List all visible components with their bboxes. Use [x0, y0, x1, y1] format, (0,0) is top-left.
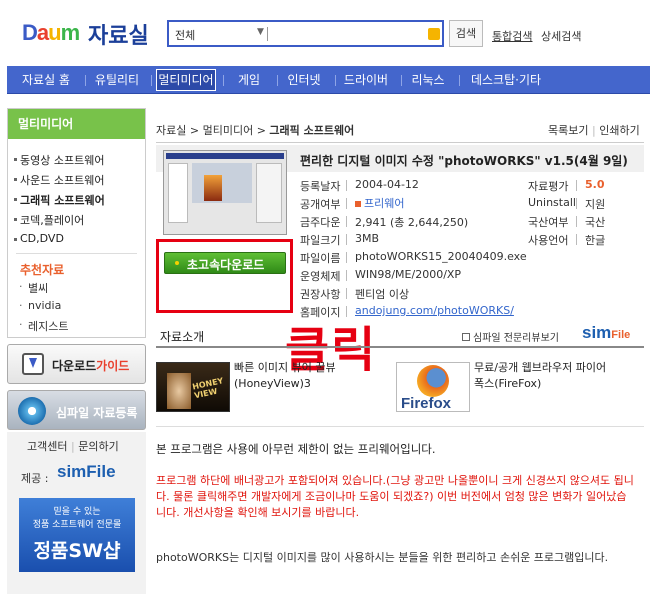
simfile-review-link[interactable]: 심파일 전문리뷰보기 [462, 329, 559, 344]
field-value: 2004-04-12 [355, 178, 419, 191]
download-guide-label-accent: 가이드 [96, 359, 130, 373]
intro-paragraph-notice: 프로그램 하단에 배너광고가 포함되어져 있습니다.(그냥 광고만 나올뿐이니 … [156, 474, 634, 519]
download-guide-label: 다운로드 [52, 359, 97, 373]
integrated-search-link[interactable]: 통합검색 [492, 28, 532, 44]
side-field-label: 자료평가 [528, 180, 569, 193]
support-box: 고객센터 | 문의하기 제공 : simFile 믿을 수 있는 정품 소프트웨… [7, 432, 146, 594]
customer-center-link[interactable]: 고객센터 [27, 440, 67, 453]
recommend-item[interactable]: 레지스트 [19, 318, 69, 334]
simfile-logo: simFile [582, 323, 631, 342]
program-title: 편리한 디지털 이미지 수정 "photoWORKS" v1.5(4월 9일) [300, 154, 628, 168]
field-label: 공개여부 [300, 198, 341, 211]
keyboard-icon[interactable] [428, 28, 440, 40]
search-input[interactable]: 전체 ▼ [167, 20, 444, 47]
list-view-link[interactable]: 목록보기 [548, 124, 588, 137]
side-field-label: Uninstall [528, 196, 576, 209]
nav-utility[interactable]: 유틸리티 [89, 66, 145, 94]
program-screenshot[interactable] [163, 150, 287, 235]
sidebar-item-sound[interactable]: 사운드 소프트웨어 [13, 172, 104, 188]
sidebar-item-graphic[interactable]: 그래픽 소프트웨어 [14, 192, 105, 208]
download-guide-banner[interactable]: 다운로드가이드 [7, 344, 146, 384]
field-label: 홈페이지 [300, 306, 341, 319]
contact-link[interactable]: 문의하기 [78, 440, 118, 453]
intro-paragraph: photoWORKS는 디지털 이미지를 많이 사용하시는 분들을 위한 편리하… [156, 551, 609, 564]
divider [267, 27, 268, 41]
side-field-value: 지원 [585, 198, 606, 211]
rating-value: 5.0 [585, 178, 605, 191]
page-title: 자료실 [88, 24, 149, 49]
nav-driver[interactable]: 드라이버 [338, 66, 394, 94]
field-value: 3MB [355, 232, 380, 245]
sidebar-heading: 멀티미디어 [8, 109, 145, 139]
field-label: 파일크기 [300, 234, 341, 247]
cd-icon [18, 397, 46, 425]
sidebar-item-video[interactable]: 동영상 소프트웨어 [13, 152, 104, 168]
search-scope-select[interactable]: 전체 [175, 27, 195, 43]
field-label: 등록날자 [300, 180, 341, 193]
firefox-icon [417, 365, 449, 397]
related-thumb-honeyview[interactable]: HONEY VIEW [156, 362, 230, 412]
breadcrumb-item[interactable]: 멀티미디어 [203, 124, 254, 137]
daum-logo[interactable]: Daum [22, 20, 80, 46]
field-label: 운영체제 [300, 270, 341, 283]
field-value: 2,941 (총 2,644,250) [355, 216, 469, 229]
provided-label: 제공 : [21, 472, 49, 485]
simfile-register-label: 심파일 자료등록 [56, 406, 138, 420]
intro-paragraph: 본 프로그램은 사용에 아무런 제한이 없는 프리웨어입니다. [156, 442, 436, 456]
breadcrumb: 자료실 > 멀티미디어 > 그래픽 소프트웨어 [156, 124, 355, 137]
nav-desktop-etc[interactable]: 데스크탑·기타 [462, 66, 550, 94]
sidebar-item-codec[interactable]: 코덱,플레이어 [13, 212, 84, 228]
nav-internet[interactable]: 인터넷 [280, 66, 328, 94]
nav-game[interactable]: 게임 [227, 66, 271, 94]
side-field-value: 한글 [585, 234, 606, 247]
chevron-down-icon[interactable]: ▼ [257, 27, 264, 37]
sidebar-item-cd-dvd[interactable]: CD,DVD [14, 232, 64, 245]
side-field-value: 국산 [585, 216, 606, 229]
breadcrumb-item[interactable]: 자료실 [156, 124, 186, 137]
related-thumb-firefox[interactable]: Firefox [396, 362, 470, 412]
field-value: WIN98/ME/2000/XP [355, 268, 462, 281]
freeware-link[interactable]: 프리웨어 [355, 195, 404, 211]
genuine-sw-shop-ad[interactable]: 믿을 수 있는 정품 소프트웨어 전문몰 정품SW샵 [19, 498, 135, 572]
side-field-label: 사용언어 [528, 234, 569, 247]
nav-home[interactable]: 자료실 홈 [15, 66, 77, 94]
search-button[interactable]: 검색 [449, 20, 483, 47]
intro-heading: 자료소개 [160, 330, 205, 344]
recommend-item[interactable]: 별씨 [19, 280, 48, 296]
advanced-search-link[interactable]: 상세검색 [541, 28, 581, 44]
nav-linux[interactable]: 리눅스 [404, 66, 452, 94]
related-item[interactable]: 빠른 이미지 뷰어 꿀뷰 (HoneyView)3 [234, 360, 336, 392]
field-label: 금주다운 [300, 216, 341, 229]
main-nav: 자료실 홈 유틸리티 멀티미디어 게임 인터넷 드라이버 리눅스 데스크탑·기타 [7, 66, 650, 94]
breadcrumb-current: 그래픽 소프트웨어 [269, 124, 355, 137]
simfile-logo[interactable]: simFile [57, 462, 116, 482]
field-label: 파일이름 [300, 252, 341, 265]
field-value: photoWORKS15_20040409.exe [355, 250, 527, 263]
recommend-item[interactable]: nvidia [19, 299, 61, 312]
recommend-title: 추천자료 [20, 263, 65, 277]
field-label: 권장사항 [300, 288, 341, 301]
sidebar-category-box: 멀티미디어 동영상 소프트웨어 사운드 소프트웨어 그래픽 소프트웨어 코덱,플… [7, 108, 146, 338]
nav-multimedia[interactable]: 멀티미디어 [156, 69, 216, 91]
print-link[interactable]: 인쇄하기 [599, 124, 639, 137]
download-icon [22, 353, 44, 375]
click-highlight-box [156, 239, 293, 313]
field-value: 펜티엄 이상 [355, 288, 410, 301]
header: Daum 자료실 전체 ▼ 검색 통합검색 상세검색 [0, 0, 650, 62]
related-item[interactable]: 무료/공개 웹브라우저 파이어 폭스(FireFox) [474, 360, 606, 392]
side-field-label: 국산여부 [528, 216, 569, 229]
homepage-link[interactable]: andojung.com/photoWORKS/ [355, 304, 514, 317]
simfile-register-banner[interactable]: 심파일 자료등록 [7, 390, 146, 430]
